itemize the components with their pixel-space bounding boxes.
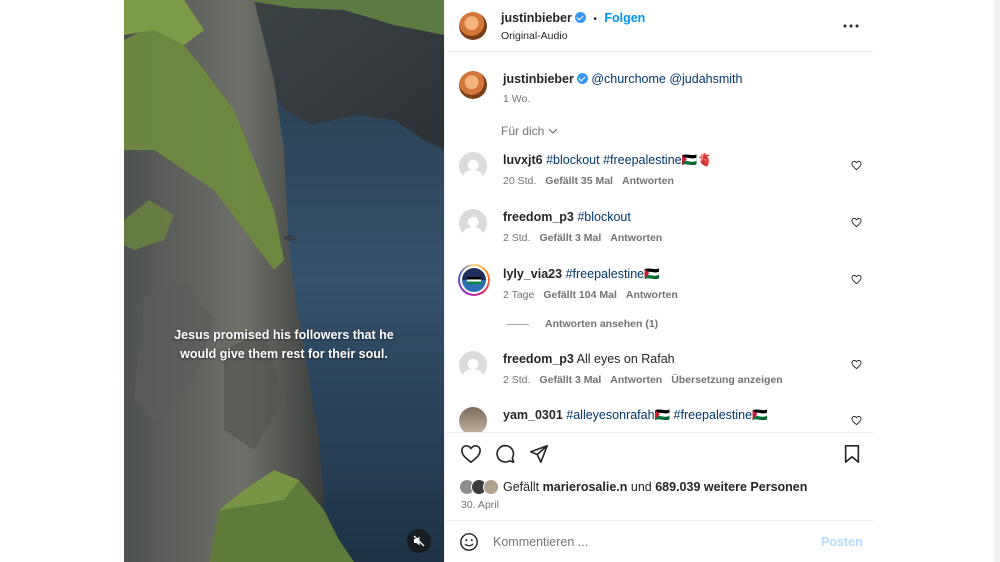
comment-likes[interactable]: Gefällt 104 Mal <box>543 289 617 301</box>
window-edge <box>994 0 1000 562</box>
follow-button[interactable]: Folgen <box>604 11 645 25</box>
audio-label[interactable]: Original-Audio <box>501 30 568 42</box>
heart-icon[interactable] <box>851 415 862 426</box>
liked-by-prefix: Gefällt <box>503 480 540 494</box>
avatar[interactable] <box>459 152 487 180</box>
like-heart-icon[interactable] <box>460 444 482 464</box>
avatar <box>483 479 499 495</box>
comment-item: freedom_p3 All eyes on Rafah 2 Std. Gefäl… <box>445 349 875 399</box>
comment-meta: 2 Std. Gefällt 3 Mal Antworten <box>503 232 662 244</box>
comment-body[interactable]: #blockout <box>577 210 631 224</box>
translate-button[interactable]: Übersetzung anzeigen <box>671 374 782 386</box>
comment-body[interactable]: #blockout #freepalestine🇵🇸🫀 <box>546 153 713 167</box>
comment-item: yam_0301 #alleyesonrafah🇵🇸 #freepalestin… <box>445 405 875 432</box>
avatar[interactable] <box>459 209 487 237</box>
view-replies-button[interactable]: Antworten ansehen (1) <box>507 318 658 330</box>
heart-icon[interactable] <box>851 217 862 228</box>
verified-badge-icon <box>576 73 588 84</box>
heart-icon[interactable] <box>851 160 862 171</box>
comments-list[interactable]: justinbieber @churchome @judahsmith 1 Wo… <box>445 52 875 432</box>
username-link[interactable]: lyly_via23 <box>503 267 562 281</box>
post-actions: Gefällt marierosalie.n und 689.039 weite… <box>445 432 875 520</box>
heart-icon[interactable] <box>851 359 862 370</box>
liked-by-line: Gefällt marierosalie.n und 689.039 weite… <box>459 479 807 495</box>
avatar[interactable] <box>459 407 487 432</box>
username-link[interactable]: yam_0301 <box>503 408 563 422</box>
comment-body[interactable]: #alleyesonrafah🇵🇸 #freepalestine🇵🇸 <box>566 408 767 422</box>
comment-likes[interactable]: Gefällt 35 Mal <box>545 175 613 187</box>
post-details-panel: justinbieber • Folgen Original-Audio jus… <box>444 0 875 562</box>
comment-text: lyly_via23 #freepalestine🇵🇸 <box>503 266 660 282</box>
comment-meta: 20 Std. Gefällt 35 Mal Antworten <box>503 175 674 187</box>
heart-icon[interactable] <box>851 274 862 285</box>
comment-input[interactable] <box>493 531 793 553</box>
instagram-post-window: Jesus promised his followers that he wou… <box>0 0 1000 562</box>
mute-button[interactable] <box>407 529 431 553</box>
post-date: 30. April <box>461 499 499 511</box>
share-send-icon[interactable] <box>529 444 549 464</box>
username-link[interactable]: luvxjt6 <box>503 153 543 167</box>
post-comment-button[interactable]: Posten <box>821 535 863 549</box>
caption-time: 1 Wo. <box>503 93 531 105</box>
comment-body: All eyes on Rafah <box>576 352 675 366</box>
chevron-down-icon <box>548 128 558 134</box>
liker-avatars[interactable] <box>459 479 503 495</box>
comment-likes[interactable]: Gefällt 3 Mal <box>539 374 601 386</box>
story-ring[interactable] <box>458 264 490 296</box>
liked-by-user-link[interactable]: marierosalie.n <box>543 480 628 494</box>
post-header: justinbieber • Folgen Original-Audio <box>445 0 875 52</box>
comment-item: lyly_via23 #freepalestine🇵🇸 2 Tage Gefäll… <box>445 264 875 344</box>
avatar[interactable] <box>459 351 487 379</box>
username-link[interactable]: freedom_p3 <box>503 352 574 366</box>
avatar <box>462 268 486 292</box>
sort-label: Für dich <box>501 124 545 138</box>
header-user-line: justinbieber • Folgen <box>501 11 645 25</box>
username-link[interactable]: justinbieber <box>501 11 572 25</box>
comment-text: luvxjt6 #blockout #freepalestine🇵🇸🫀 <box>503 152 713 168</box>
comment-time: 2 Std. <box>503 374 531 386</box>
comment-likes[interactable]: Gefällt 3 Mal <box>539 232 601 244</box>
comment-item: luvxjt6 #blockout #freepalestine🇵🇸🫀 20 S… <box>445 150 875 200</box>
liked-by-mid: und <box>630 480 652 494</box>
dot-separator: • <box>593 14 597 25</box>
comment-meta: 2 Tage Gefällt 104 Mal Antworten <box>503 289 678 301</box>
cliff-sea-image <box>124 0 444 562</box>
more-options-button[interactable] <box>841 17 861 35</box>
verified-badge-icon <box>574 12 586 23</box>
comment-item: freedom_p3 #blockout 2 Std. Gefällt 3 Mal… <box>445 207 875 257</box>
more-horizontal-icon <box>843 24 859 28</box>
reply-divider <box>507 323 529 325</box>
avatar[interactable] <box>459 12 487 40</box>
comment-text: freedom_p3 #blockout <box>503 209 631 225</box>
comment-text: yam_0301 #alleyesonrafah🇵🇸 #freepalestin… <box>503 407 768 423</box>
comment-body[interactable]: #freepalestine🇵🇸 <box>566 267 660 281</box>
bookmark-icon[interactable] <box>843 444 861 464</box>
username-link[interactable]: justinbieber <box>503 72 574 86</box>
caption-text: justinbieber @churchome @judahsmith <box>503 71 742 87</box>
liked-by-count-link[interactable]: 689.039 weitere Personen <box>655 480 807 494</box>
reply-button[interactable]: Antworten <box>622 175 674 187</box>
username-link[interactable]: freedom_p3 <box>503 210 574 224</box>
avatar[interactable] <box>459 71 487 99</box>
comment-bubble-icon[interactable] <box>494 444 516 464</box>
comment-text: freedom_p3 All eyes on Rafah <box>503 351 675 367</box>
comment-sort-dropdown[interactable]: Für dich <box>501 124 558 138</box>
post-video[interactable]: Jesus promised his followers that he wou… <box>124 0 444 562</box>
comment-time: 20 Std. <box>503 175 537 187</box>
reply-button[interactable]: Antworten <box>626 289 678 301</box>
mentions-link[interactable]: @churchome @judahsmith <box>591 72 742 86</box>
speaker-muted-icon <box>413 535 425 547</box>
owner-caption: justinbieber @churchome @judahsmith 1 Wo… <box>445 68 875 118</box>
reply-button[interactable]: Antworten <box>610 374 662 386</box>
window-margin <box>874 0 1000 562</box>
reply-button[interactable]: Antworten <box>610 232 662 244</box>
emoji-smiley-icon[interactable] <box>459 532 479 552</box>
view-replies-label: Antworten ansehen (1) <box>545 318 659 330</box>
video-caption-overlay: Jesus promised his followers that he wou… <box>174 328 394 361</box>
comment-time: 2 Std. <box>503 232 531 244</box>
comment-time: 2 Tage <box>503 289 535 301</box>
comment-composer: Posten <box>445 520 875 562</box>
comment-meta: 2 Std. Gefällt 3 Mal Antworten Übersetzung … <box>503 374 783 386</box>
